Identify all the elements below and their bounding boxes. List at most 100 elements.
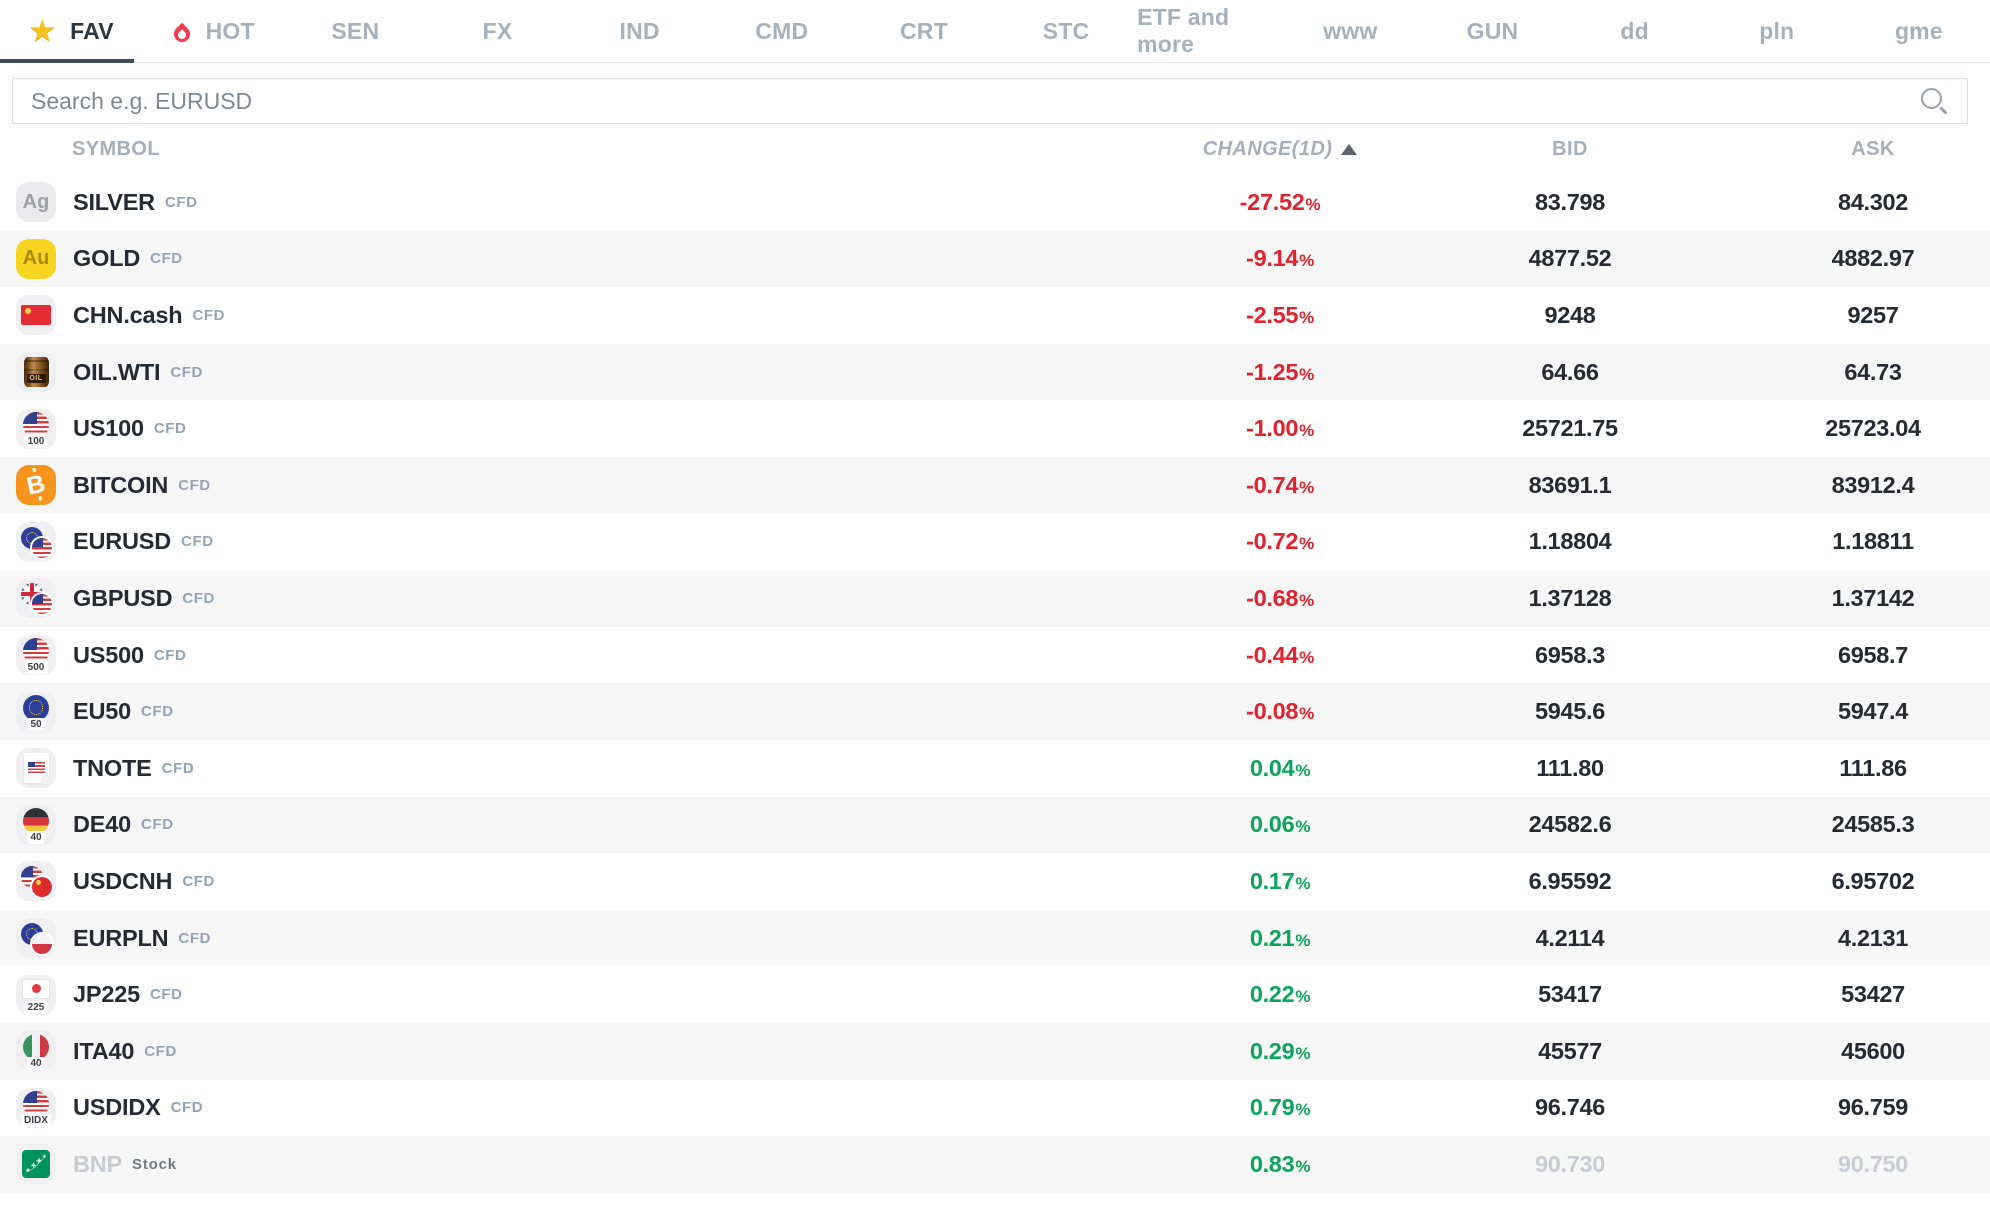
bid-cell[interactable]: 111.80 [1384,755,1756,782]
watchlist-row-tnote[interactable]: TNOTE CFD 0.04% 111.80 111.86 [0,740,1990,797]
ask-cell[interactable]: 25723.04 [1756,415,1990,442]
ask-cell[interactable]: 6958.7 [1756,642,1990,669]
ask-cell[interactable]: 4.2131 [1756,925,1990,952]
watchlist-row-us100[interactable]: 100 US100 CFD -1.00% 25721.75 25723.04 [0,400,1990,457]
ask-cell[interactable]: 111.86 [1756,755,1990,782]
bid-cell[interactable]: 90.730 [1384,1151,1756,1178]
bid-cell[interactable]: 83.798 [1384,189,1756,216]
watchlist-row-chn-cash[interactable]: CHN.cash CFD -2.55% 9248 9257 [0,287,1990,344]
ask-cell[interactable]: 83912.4 [1756,472,1990,499]
symbol-name: JP225 [73,981,140,1008]
tab-cmd[interactable]: CMD [711,0,853,62]
bid-cell[interactable]: 1.37128 [1384,585,1756,612]
ask-cell[interactable]: 9257 [1756,302,1990,329]
watchlist-row-ita40[interactable]: 40 ITA40 CFD 0.29% 45577 45600 [0,1023,1990,1080]
ask-cell[interactable]: 1.18811 [1756,528,1990,555]
tab-fx[interactable]: FX [426,0,568,62]
tab-label: www [1323,18,1377,45]
tab-gme[interactable]: gme [1848,0,1990,62]
column-header-change[interactable]: CHANGE(1D) [1176,138,1384,161]
bid-cell[interactable]: 53417 [1384,981,1756,1008]
watchlist-row-gold[interactable]: Au GOLD CFD -9.14% 4877.52 4882.97 [0,231,1990,288]
change-cell: -1.00% [1176,415,1384,442]
watchlist-row-usdidx[interactable]: DIDX USDIDX CFD 0.79% 96.746 96.759 [0,1080,1990,1137]
watchlist-row-eu50[interactable]: 50 EU50 CFD -0.08% 5945.6 5947.4 [0,683,1990,740]
bid-cell[interactable]: 4.2114 [1384,925,1756,952]
sort-ascending-icon [1341,144,1357,155]
ask-cell[interactable]: 45600 [1756,1038,1990,1065]
ask-cell[interactable]: 24585.3 [1756,811,1990,838]
change-cell: 0.06% [1176,811,1384,838]
tab-pln[interactable]: pln [1706,0,1848,62]
ask-cell[interactable]: 84.302 [1756,189,1990,216]
tab-stc[interactable]: STC [995,0,1137,62]
change-value: 0.04 [1250,755,1295,781]
ask-cell[interactable]: 64.73 [1756,359,1990,386]
search-icon[interactable] [1921,88,1942,109]
column-header-bid[interactable]: BID [1384,138,1756,161]
tab-dd[interactable]: dd [1564,0,1706,62]
change-value: -0.72 [1246,528,1298,554]
change-value: -0.68 [1246,585,1298,611]
ask-cell[interactable]: 5947.4 [1756,698,1990,725]
change-value: 0.79 [1250,1094,1295,1120]
watchlist-row-gbpusd[interactable]: GBPUSD CFD -0.68% 1.37128 1.37142 [0,570,1990,627]
tab-crt[interactable]: CRT [853,0,995,62]
watchlist-row-eurpln[interactable]: EURPLN CFD 0.21% 4.2114 4.2131 [0,910,1990,967]
tab-label: gme [1895,18,1943,45]
bid-cell[interactable]: 5945.6 [1384,698,1756,725]
bid-cell[interactable]: 1.18804 [1384,528,1756,555]
tab-hot[interactable]: HOT [142,0,284,62]
symbol-cell: EURUSD CFD [0,522,1176,562]
tab-fav[interactable]: ★ FAV [0,0,142,62]
watchlist-row-jp225[interactable]: 225 JP225 CFD 0.22% 53417 53427 [0,966,1990,1023]
symbol-name: ITA40 [73,1038,134,1065]
instrument-type-label: CFD [182,873,215,890]
bid-cell[interactable]: 24582.6 [1384,811,1756,838]
symbol-name: BNP [73,1151,122,1178]
bid-cell[interactable]: 45577 [1384,1038,1756,1065]
bid-cell[interactable]: 64.66 [1384,359,1756,386]
ask-cell[interactable]: 53427 [1756,981,1990,1008]
tab-sen[interactable]: SEN [284,0,426,62]
column-header-ask[interactable]: ASK [1756,138,1990,161]
percent-sign: % [1295,987,1310,1006]
ask-cell[interactable]: 96.759 [1756,1094,1990,1121]
tab-label: IND [620,18,660,45]
china-flag-icon [16,295,56,335]
percent-sign: % [1299,478,1314,497]
bid-cell[interactable]: 6.95592 [1384,868,1756,895]
bid-cell[interactable]: 96.746 [1384,1094,1756,1121]
ask-cell[interactable]: 6.95702 [1756,868,1990,895]
bid-cell[interactable]: 25721.75 [1384,415,1756,442]
bid-cell[interactable]: 4877.52 [1384,245,1756,272]
watchlist-row-bitcoin[interactable]: B BITCOIN CFD -0.74% 83691.1 83912.4 [0,457,1990,514]
bid-cell[interactable]: 6958.3 [1384,642,1756,669]
watchlist-row-eurusd[interactable]: EURUSD CFD -0.72% 1.18804 1.18811 [0,514,1990,571]
watchlist-row-us500[interactable]: 500 US500 CFD -0.44% 6958.3 6958.7 [0,627,1990,684]
percent-sign: % [1299,591,1314,610]
ask-cell[interactable]: 4882.97 [1756,245,1990,272]
symbol-name: GBPUSD [73,585,172,612]
watchlist-row-bnp[interactable]: BNP Stock 0.83% 90.730 90.750 [0,1136,1990,1193]
percent-sign: % [1299,251,1314,270]
watchlist-row-silver[interactable]: Ag SILVER CFD -27.52% 83.798 84.302 [0,174,1990,231]
column-header-symbol[interactable]: SYMBOL [0,138,1176,161]
ask-cell[interactable]: 1.37142 [1756,585,1990,612]
bid-cell[interactable]: 9248 [1384,302,1756,329]
symbol-name: OIL.WTI [73,359,160,386]
star-icon: ★ [28,16,56,46]
tab-gun[interactable]: GUN [1421,0,1563,62]
ask-cell[interactable]: 90.750 [1756,1151,1990,1178]
tab-label: FAV [70,18,114,45]
change-value: 0.29 [1250,1038,1295,1064]
symbol-cell: 225 JP225 CFD [0,975,1176,1015]
tab-ind[interactable]: IND [569,0,711,62]
watchlist-row-oil-wti[interactable]: OIL OIL.WTI CFD -1.25% 64.66 64.73 [0,344,1990,401]
watchlist-row-usdcnh[interactable]: USDCNH CFD 0.17% 6.95592 6.95702 [0,853,1990,910]
search-input[interactable] [12,78,1968,124]
bid-cell[interactable]: 83691.1 [1384,472,1756,499]
tab-etf-and-more[interactable]: ETF and more [1137,0,1279,62]
tab-www[interactable]: www [1279,0,1421,62]
watchlist-row-de40[interactable]: 40 DE40 CFD 0.06% 24582.6 24585.3 [0,797,1990,854]
